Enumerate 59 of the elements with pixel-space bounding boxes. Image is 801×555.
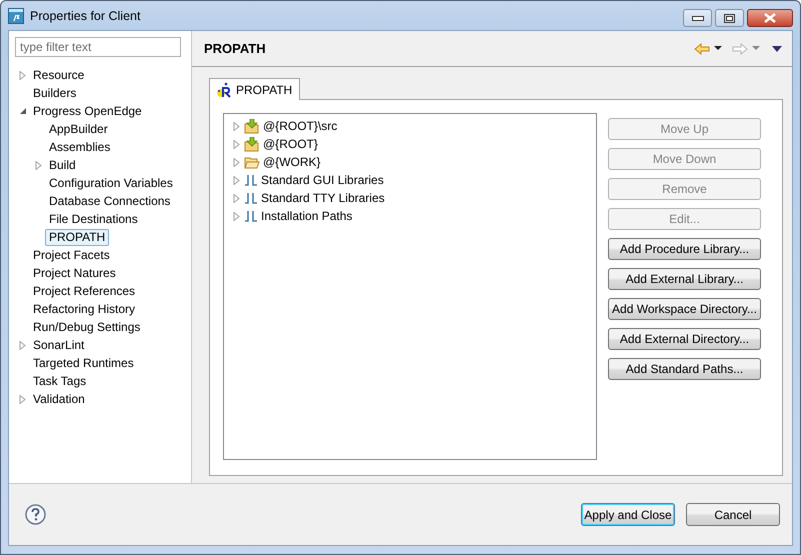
path-item[interactable]: Standard GUI Libraries xyxy=(261,173,384,187)
path-item[interactable]: @{ROOT} xyxy=(263,137,318,151)
sidebar-item[interactable]: Targeted Runtimes xyxy=(29,354,138,372)
sidebar-item[interactable]: Project References xyxy=(29,282,140,300)
action-button[interactable]: Add Procedure Library... xyxy=(608,238,761,260)
sidebar-item[interactable]: Run/Debug Settings xyxy=(29,318,144,336)
close-icon xyxy=(764,13,776,23)
sidebar-item[interactable]: PROPATH xyxy=(45,228,110,246)
maximize-button[interactable] xyxy=(715,9,744,27)
sidebar-item[interactable]: Progress OpenEdge xyxy=(29,102,146,120)
close-button[interactable] xyxy=(747,9,793,27)
sidebar-item[interactable]: Build xyxy=(45,156,80,174)
sidebar-item[interactable]: Resource xyxy=(29,66,88,84)
maximize-icon xyxy=(724,14,735,22)
page-tab[interactable]: PROPATH xyxy=(209,78,300,100)
library-icon xyxy=(244,210,258,222)
dropdown-arrow-icon[interactable] xyxy=(714,46,722,51)
path-item[interactable]: @{ROOT}\src xyxy=(263,119,338,133)
sidebar-item[interactable]: Task Tags xyxy=(29,372,90,390)
action-button[interactable]: Add Workspace Directory... xyxy=(608,298,761,320)
sidebar-item[interactable]: AppBuilder xyxy=(45,120,112,138)
collapse-arrow-icon[interactable] xyxy=(19,107,27,115)
page-title: PROPATH xyxy=(204,41,266,56)
sidebar-item[interactable]: File Destinations xyxy=(45,210,142,228)
sidebar-item[interactable]: Builders xyxy=(29,84,80,102)
sidebar-item[interactable]: Refactoring History xyxy=(29,300,140,318)
sidebar-item[interactable]: Project Natures xyxy=(29,264,120,282)
expand-arrow-icon[interactable] xyxy=(19,70,26,80)
sidebar-item[interactable]: Assemblies xyxy=(45,138,114,156)
sidebar-item[interactable]: Validation xyxy=(29,390,89,408)
folder-arrow-icon xyxy=(244,136,260,152)
expand-arrow-icon[interactable] xyxy=(19,340,26,350)
minimize-icon xyxy=(692,15,704,21)
forward-arrow-icon[interactable] xyxy=(732,42,748,54)
dialog-button[interactable]: Apply and Close xyxy=(581,503,675,526)
app-icon xyxy=(8,8,24,24)
action-button[interactable]: Add Standard Paths... xyxy=(608,358,761,380)
minimize-button[interactable] xyxy=(683,9,712,27)
propath-icon xyxy=(216,82,232,98)
path-item[interactable]: @{WORK} xyxy=(263,155,321,169)
expand-arrow-icon[interactable] xyxy=(35,160,42,170)
sidebar-item[interactable]: SonarLint xyxy=(29,336,88,354)
library-icon xyxy=(244,174,258,186)
dialog-button[interactable]: Cancel xyxy=(686,503,780,526)
action-button[interactable]: Add External Directory... xyxy=(608,328,761,350)
window-title: Properties for Client xyxy=(30,8,140,22)
path-item[interactable]: Installation Paths xyxy=(261,209,352,223)
path-item[interactable]: Standard TTY Libraries xyxy=(261,191,385,205)
folder-icon xyxy=(244,156,260,168)
sidebar-item[interactable]: Configuration Variables xyxy=(45,174,177,192)
action-button[interactable]: Add External Library... xyxy=(608,268,761,290)
folder-arrow-icon xyxy=(244,118,260,134)
filter-field[interactable]: type filter text xyxy=(15,37,181,57)
sidebar-item[interactable]: Database Connections xyxy=(45,192,174,210)
library-icon xyxy=(244,192,258,204)
view-menu-icon[interactable] xyxy=(772,46,782,52)
expand-arrow-icon[interactable] xyxy=(19,394,26,404)
sidebar-item[interactable]: Project Facets xyxy=(29,246,114,264)
help-icon[interactable] xyxy=(25,504,46,525)
